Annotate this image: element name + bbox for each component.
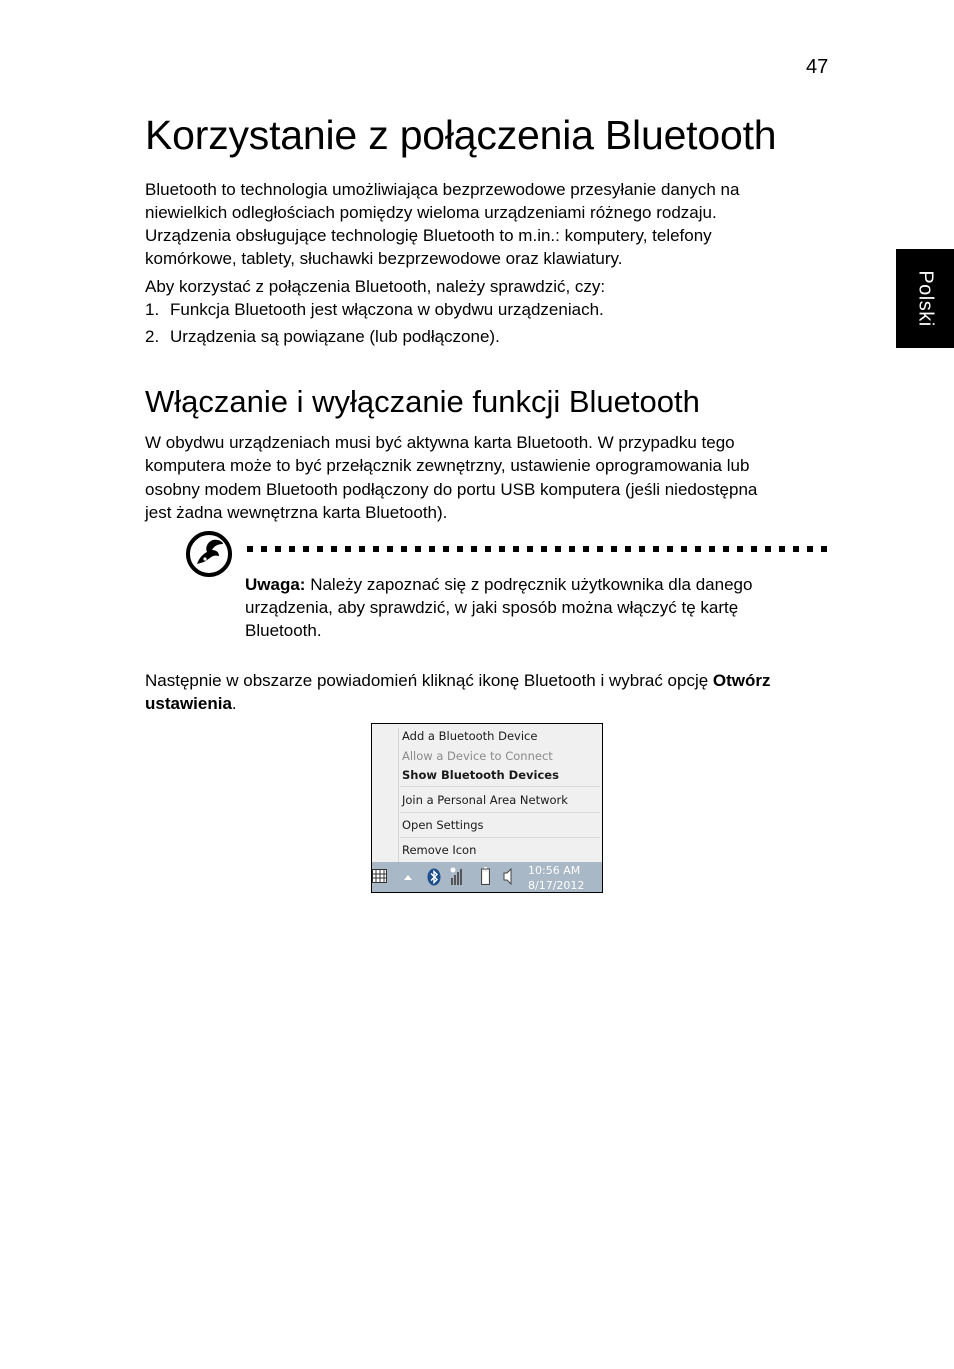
menu-item-join-pan[interactable]: Join a Personal Area Network xyxy=(402,793,568,807)
clock-date: 8/17/2012 xyxy=(528,879,585,892)
menu-item-remove-icon[interactable]: Remove Icon xyxy=(402,843,476,857)
page-number: 47 xyxy=(806,56,829,78)
clock-time: 10:56 AM xyxy=(528,864,581,877)
intro-line: komórkowe, tablety, słuchawki bezprzewod… xyxy=(145,249,623,268)
note-label: Uwaga: xyxy=(245,575,306,594)
menu-item-show-devices[interactable]: Show Bluetooth Devices xyxy=(402,768,559,782)
keyboard-icon[interactable] xyxy=(372,869,387,883)
note-pen-icon xyxy=(185,530,233,578)
page-title: Korzystanie z połączenia Bluetooth xyxy=(145,112,777,158)
menu-separator xyxy=(400,812,600,813)
instruction-line: ustawienia. xyxy=(145,692,835,715)
note-text: Uwaga: Należy zapoznać się z podręcznik … xyxy=(245,573,825,642)
section-heading: Włączanie i wyłączanie funkcji Bluetooth xyxy=(145,384,700,419)
list-number: 2. xyxy=(145,327,160,346)
section-line: osobny modem Bluetooth podłączony do por… xyxy=(145,480,758,499)
bluetooth-context-menu-screenshot: Add a Bluetooth Device Allow a Device to… xyxy=(371,723,603,893)
speaker-icon[interactable] xyxy=(503,868,513,885)
list-text: Funkcja Bluetooth jest włączona w obydwu… xyxy=(170,300,604,319)
list-item: 1. Funkcja Bluetooth jest włączona w obyd… xyxy=(145,298,604,321)
taskbar: 10:56 AM 8/17/2012 xyxy=(372,862,602,892)
note-line: urządzenia, aby sprawdzić, w jaki sposób… xyxy=(245,598,739,617)
show-hidden-icons-arrow[interactable] xyxy=(403,873,413,881)
note-line: Uwaga: Należy zapoznać się z podręcznik … xyxy=(245,573,825,596)
menu-separator xyxy=(400,837,600,838)
note-line: Bluetooth. xyxy=(245,621,322,640)
intro-line: Urządzenia obsługujące technologię Bluet… xyxy=(145,226,712,245)
note-line-text: Należy zapoznać się z podręcznik użytkow… xyxy=(305,575,753,594)
instruction-line: Następnie w obszarze powiadomień kliknąć… xyxy=(145,669,835,692)
language-label: Polski xyxy=(914,270,937,327)
bluetooth-icon[interactable] xyxy=(427,868,441,886)
menu-gutter xyxy=(398,728,399,862)
section-line: jest żadna wewnętrzna karta Bluetooth). xyxy=(145,503,448,522)
bluetooth-context-menu: Add a Bluetooth Device Allow a Device to… xyxy=(372,724,602,862)
intro-line: niewielkich odległościach pomiędzy wielo… xyxy=(145,203,717,222)
network-signal-icon[interactable] xyxy=(450,867,464,885)
list-number: 1. xyxy=(145,300,160,319)
instruction-bold: ustawienia xyxy=(145,694,232,713)
check-intro: Aby korzystać z połączenia Bluetooth, na… xyxy=(145,277,606,296)
instruction-text: . xyxy=(231,694,237,713)
language-side-tab: Polski xyxy=(896,249,954,348)
intro-line: Bluetooth to technologia umożliwiająca b… xyxy=(145,180,740,199)
taskbar-clock[interactable]: 10:56 AM 8/17/2012 xyxy=(528,863,585,892)
battery-icon[interactable] xyxy=(481,867,490,885)
instruction-bold: Otwórz xyxy=(712,671,771,690)
note-divider xyxy=(247,546,832,552)
menu-item-open-settings[interactable]: Open Settings xyxy=(402,818,484,832)
instruction-text: Następnie w obszarze powiadomień kliknąć… xyxy=(145,671,713,690)
menu-item-allow-connect[interactable]: Allow a Device to Connect xyxy=(402,749,553,763)
list-item: 2. Urządzenia są powiązane (lub podłączon… xyxy=(145,325,500,348)
menu-item-add-device[interactable]: Add a Bluetooth Device xyxy=(402,729,537,743)
section-line: W obydwu urządzeniach musi być aktywna k… xyxy=(145,433,735,452)
section-line: komputera może to być przełącznik zewnęt… xyxy=(145,456,750,475)
list-text: Urządzenia są powiązane (lub podłączone)… xyxy=(170,327,500,346)
menu-separator xyxy=(400,786,600,787)
